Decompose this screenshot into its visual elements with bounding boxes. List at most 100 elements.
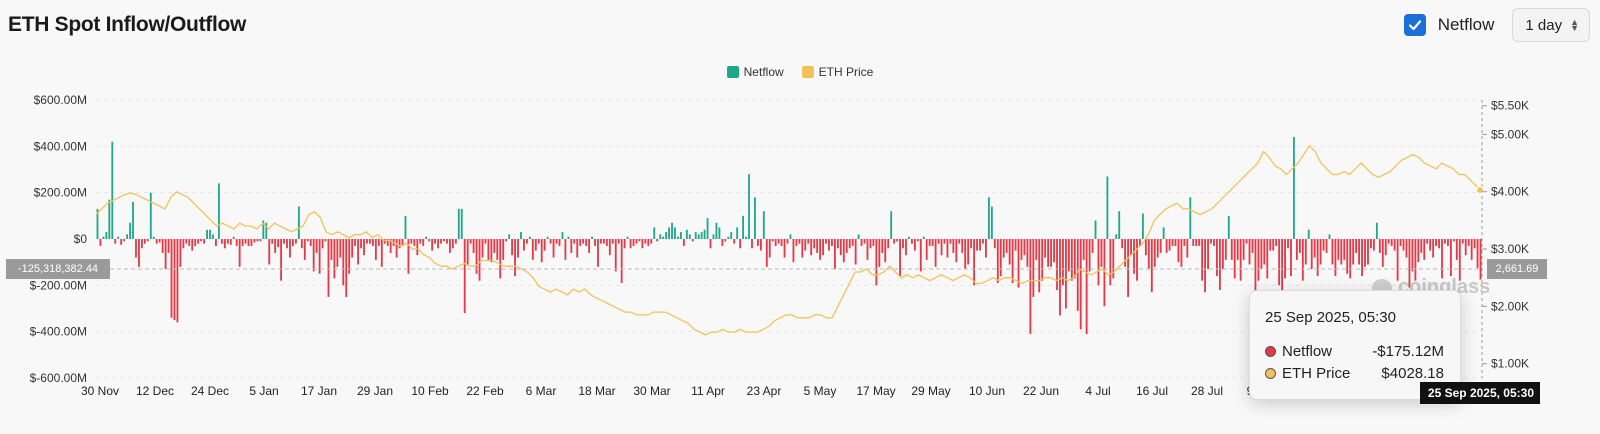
- netflow-bar: [312, 239, 315, 272]
- netflow-bar: [250, 239, 253, 246]
- netflow-bar: [1088, 239, 1091, 272]
- netflow-bar: [289, 239, 291, 258]
- netflow-bar: [330, 239, 333, 260]
- netflow-bar: [1417, 239, 1420, 263]
- netflow-bar: [588, 239, 591, 253]
- netflow-bar: [102, 236, 105, 239]
- netflow-bar: [1349, 239, 1352, 279]
- netflow-bar: [982, 239, 984, 244]
- netflow-bar: [573, 239, 576, 244]
- netflow-bar: [182, 239, 185, 249]
- netflow-bar: [422, 239, 425, 246]
- netflow-bar: [715, 222, 718, 239]
- netflow-bar: [1361, 239, 1363, 277]
- netflow-bar: [1195, 239, 1198, 246]
- x-tick-label: 10 Jun: [969, 384, 1005, 398]
- netflow-bar: [1334, 239, 1337, 277]
- netflow-bar: [653, 227, 656, 239]
- netflow-bar: [970, 239, 973, 249]
- netflow-bar: [1207, 239, 1209, 270]
- netflow-bar: [902, 239, 904, 249]
- netflow-bar: [395, 239, 398, 258]
- netflow-bar: [919, 239, 922, 272]
- netflow-bar: [1041, 239, 1044, 281]
- netflow-bar: [1144, 239, 1147, 256]
- netflow-bar: [1224, 239, 1227, 260]
- netflow-bar: [1476, 239, 1479, 268]
- netflow-bar: [292, 239, 294, 246]
- netflow-bar: [238, 239, 241, 267]
- netflow-bar: [1073, 239, 1076, 279]
- netflow-bar: [1201, 239, 1204, 281]
- x-tick-label: 30 Mar: [633, 384, 670, 398]
- netflow-bar: [605, 239, 608, 246]
- netflow-bar: [1319, 239, 1322, 265]
- netflow-bar: [908, 236, 910, 239]
- netflow-bar: [1444, 239, 1446, 244]
- netflow-bar: [496, 239, 499, 260]
- netflow-bar: [357, 239, 360, 265]
- netflow-bar: [152, 236, 155, 239]
- netflow-bar: [135, 239, 137, 258]
- y-left-tick-label: $0: [74, 232, 88, 246]
- netflow-bar: [1227, 215, 1230, 239]
- netflow-bar: [1393, 239, 1396, 251]
- y-left-tick-label: $200.00M: [34, 186, 87, 200]
- x-tick-label: 6 Mar: [526, 384, 557, 398]
- netflow-bar: [1183, 239, 1186, 246]
- netflow-bar: [1177, 239, 1180, 263]
- netflow-bar: [1358, 239, 1361, 265]
- netflow-bar: [472, 239, 475, 253]
- netflow-bar: [140, 239, 143, 249]
- netflow-bar: [481, 239, 484, 258]
- netflow-bar: [1153, 239, 1156, 267]
- netflow-bar: [1301, 239, 1304, 281]
- netflow-bar: [1293, 137, 1295, 239]
- netflow-bar: [579, 239, 582, 246]
- netflow-bar: [286, 239, 288, 249]
- netflow-bar: [890, 211, 893, 239]
- y-right-tick-label: $1.00K: [1491, 357, 1529, 371]
- netflow-bar: [511, 239, 514, 256]
- netflow-bar: [363, 239, 365, 256]
- netflow-bar: [1316, 239, 1319, 277]
- netflow-bar: [528, 236, 531, 239]
- netflow-bar: [416, 239, 419, 256]
- netflow-bar: [629, 239, 632, 249]
- netflow-bar: [1236, 239, 1239, 260]
- netflow-bar: [437, 239, 439, 249]
- netflow-bar: [203, 239, 206, 244]
- netflow-bar: [973, 239, 976, 286]
- netflow-bar: [768, 239, 771, 258]
- netflow-bar: [327, 239, 330, 297]
- x-tick-label: 4 Jul: [1085, 384, 1110, 398]
- netflow-bar: [789, 234, 792, 239]
- tooltip-dot-eth-price: [1265, 368, 1276, 379]
- netflow-bar: [283, 239, 285, 244]
- netflow-bar: [756, 239, 759, 246]
- netflow-bar: [1109, 239, 1112, 286]
- netflow-bar: [1067, 239, 1070, 272]
- netflow-bar: [508, 234, 511, 239]
- netflow-bar: [736, 227, 739, 239]
- netflow-bar: [567, 236, 570, 239]
- netflow-bar: [979, 239, 981, 251]
- netflow-bar: [1035, 239, 1038, 260]
- netflow-bar: [505, 239, 508, 242]
- netflow-bar: [1198, 239, 1201, 246]
- netflow-bar: [1056, 239, 1058, 290]
- netflow-bar: [457, 208, 460, 239]
- netflow-bar: [576, 239, 579, 258]
- netflow-bar: [857, 234, 860, 239]
- netflow-bar: [564, 239, 567, 260]
- netflow-bar: [220, 239, 223, 244]
- netflow-bar: [985, 239, 987, 258]
- netflow-bar: [1263, 239, 1266, 265]
- netflow-bar: [1260, 239, 1263, 270]
- netflow-bar: [700, 232, 703, 239]
- tooltip-dot-netflow: [1265, 346, 1276, 357]
- netflow-bar: [1005, 239, 1008, 253]
- netflow-bar: [976, 239, 978, 251]
- netflow-bar: [733, 239, 736, 244]
- netflow-bar: [958, 239, 961, 244]
